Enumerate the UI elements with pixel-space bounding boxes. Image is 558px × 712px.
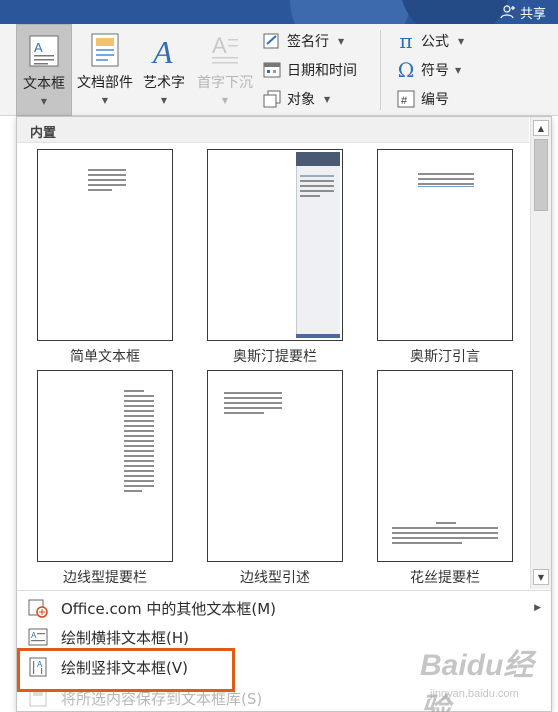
signature-label: 签名行 — [287, 34, 329, 50]
svg-text:A: A — [31, 631, 37, 640]
watermark-url: jingyan.baidu.com — [430, 688, 519, 700]
thumbnail — [377, 149, 513, 341]
gallery-caption: 奥斯汀提要栏 — [233, 349, 317, 365]
gallery-caption: 花丝提要栏 — [410, 570, 480, 586]
menu-label: Office.com 中的其他文本框(M) — [61, 599, 277, 618]
section-title: 内置 — [17, 117, 529, 143]
highlight-box — [17, 648, 235, 692]
scroll-thumb[interactable] — [534, 139, 548, 211]
drop-cap-icon: A — [208, 32, 242, 68]
quick-parts-icon — [88, 32, 122, 68]
gallery-caption: 边线型提要栏 — [63, 570, 147, 586]
object-icon — [262, 89, 282, 109]
date-time-label: 日期和时间 — [287, 63, 357, 79]
chevron-down-icon: ▼ — [40, 97, 48, 106]
omega-icon: Ω — [397, 58, 415, 82]
gallery-item-simple-textbox[interactable]: 简单文本框 — [21, 149, 189, 366]
gallery-item-sideline-sidebar[interactable]: 边线型提要栏 — [21, 370, 189, 587]
scroll-up-icon[interactable]: ▲ — [533, 120, 549, 136]
thumbnail — [37, 149, 173, 341]
svg-text:A: A — [151, 34, 173, 67]
share-button[interactable]: 共享 — [500, 0, 546, 24]
thumbnail — [207, 370, 343, 562]
wordart-label: 艺术字 — [143, 75, 185, 91]
decorative-circle — [400, 0, 510, 24]
gallery-item-austin-quote[interactable]: 奥斯汀引言 — [361, 149, 529, 366]
textbox-gallery: 简单文本框 奥斯汀提要栏 奥斯汀引言 边线型提要栏 边线型引述 花丝提要栏 — [17, 143, 531, 589]
scroll-down-icon[interactable]: ▼ — [533, 569, 549, 585]
equation-button[interactable]: π 公式 ▼ — [396, 28, 464, 54]
pi-icon: π — [399, 29, 413, 53]
title-bar: 共享 — [0, 0, 558, 24]
gallery-caption: 奥斯汀引言 — [410, 349, 480, 365]
gallery-item-austin-sidebar[interactable]: 奥斯汀提要栏 — [191, 149, 359, 366]
menu-item-more-textboxes[interactable]: Office.com 中的其他文本框(M) ▶ — [17, 593, 551, 623]
object-label: 对象 — [287, 92, 315, 108]
thumbnail — [377, 370, 513, 562]
watermark-brand: Baidu经验 — [420, 649, 534, 712]
object-button[interactable]: 对象 ▼ — [262, 86, 330, 112]
chevron-down-icon: ▼ — [458, 36, 465, 46]
office-textbox-icon — [25, 598, 51, 618]
chevron-down-icon: ▼ — [455, 65, 462, 75]
menu-separator — [17, 590, 551, 591]
textbox-icon: A — [27, 33, 61, 69]
textbox-label: 文本框 — [23, 76, 65, 92]
share-label: 共享 — [519, 6, 546, 22]
signature-line-button[interactable]: 签名行 ▼ — [262, 28, 344, 54]
drop-cap-label: 首字下沉 — [197, 75, 253, 91]
chevron-down-icon: ▼ — [101, 96, 109, 105]
horizontal-textbox-icon: A — [25, 627, 51, 647]
chevron-down-icon: ▼ — [221, 96, 229, 105]
gallery-caption: 简单文本框 — [70, 349, 140, 365]
svg-text:A: A — [34, 40, 43, 55]
number-label: 编号 — [421, 92, 449, 108]
insert-ribbon: A 文本框 ▼ 文档部件 ▼ A 艺术字 ▼ A 首字下沉 ▼ 签名行 ▼ 日期… — [0, 24, 558, 116]
textbox-dropdown: 内置 简单文本框 奥斯汀提要栏 奥斯汀引言 边线型提要栏 边线型引述 花丝提要栏… — [16, 116, 552, 712]
menu-label: 绘制横排文本框(H) — [61, 628, 189, 647]
chevron-right-icon: ▶ — [534, 603, 541, 613]
person-add-icon — [500, 5, 515, 19]
equation-label: 公式 — [421, 34, 449, 50]
symbol-label: 符号 — [421, 63, 449, 79]
number-button[interactable]: # 编号 — [396, 86, 449, 112]
thumbnail — [37, 370, 173, 562]
drop-cap-button[interactable]: A 首字下沉 ▼ — [192, 24, 258, 116]
svg-text:A: A — [212, 33, 227, 58]
quick-parts-button[interactable]: 文档部件 ▼ — [74, 24, 136, 116]
ribbon-separator — [380, 30, 381, 110]
quick-parts-label: 文档部件 — [77, 75, 133, 91]
number-icon: # — [396, 89, 416, 109]
gallery-caption: 边线型引述 — [240, 570, 310, 586]
gallery-scrollbar[interactable]: ▲ ▼ — [530, 117, 551, 589]
decorative-circle — [290, 0, 410, 24]
signature-icon — [262, 31, 282, 51]
gallery-item-sideline-quote[interactable]: 边线型引述 — [191, 370, 359, 587]
gallery-item-filigree-sidebar[interactable]: 花丝提要栏 — [361, 370, 529, 587]
chevron-down-icon: ▼ — [338, 36, 345, 46]
wordart-button[interactable]: A 艺术字 ▼ — [138, 24, 190, 116]
calendar-icon — [262, 60, 282, 80]
wordart-icon: A — [147, 32, 181, 68]
baidu-watermark: Baidu经验 jingyan.baidu.com — [420, 636, 552, 712]
thumbnail — [207, 149, 343, 341]
chevron-down-icon: ▼ — [324, 94, 331, 104]
chevron-down-icon: ▼ — [160, 96, 168, 105]
date-time-button[interactable]: 日期和时间 — [262, 57, 357, 83]
svg-text:#: # — [401, 95, 408, 107]
symbol-button[interactable]: Ω 符号 ▼ — [396, 57, 461, 83]
textbox-button[interactable]: A 文本框 ▼ — [16, 24, 72, 116]
